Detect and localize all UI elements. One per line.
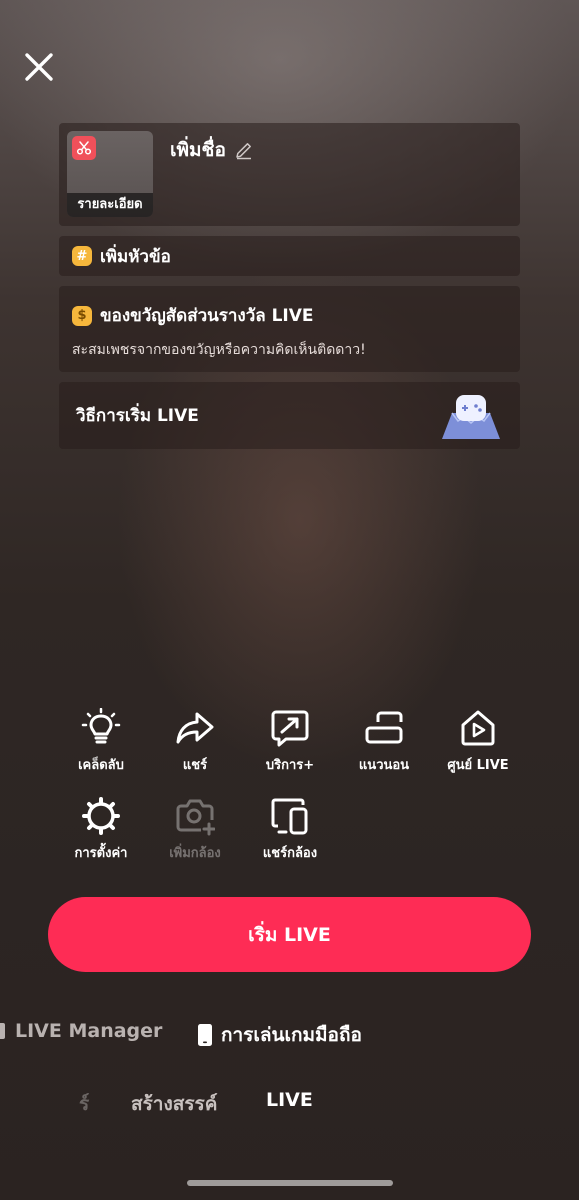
- topic-card[interactable]: # เพิ่มหัวข้อ: [59, 236, 520, 276]
- share-button[interactable]: แชร์: [147, 708, 243, 775]
- tab-previous[interactable]: ร์: [79, 1089, 89, 1119]
- topic-label: เพิ่มหัวข้อ: [100, 246, 171, 267]
- service-button[interactable]: บริการ+: [242, 708, 338, 775]
- start-live-label: เริ่ม LIVE: [248, 923, 331, 946]
- settings-label: การตั้งค่า: [74, 846, 128, 861]
- coin-icon: $: [72, 305, 92, 326]
- title-placeholder: เพิ่มชื่อ: [170, 139, 226, 161]
- live-manager-icon: [0, 1023, 5, 1039]
- mode-selector: LIVE Manager การเล่นเกมมือถือ: [0, 1020, 579, 1052]
- add-camera-button[interactable]: เพิ่มกล้อง: [147, 796, 243, 863]
- mode-live-manager[interactable]: LIVE Manager: [0, 1020, 162, 1042]
- live-center-button[interactable]: ศูนย์ LIVE: [430, 708, 526, 775]
- mode-mobile-gaming[interactable]: การเล่นเกมมือถือ: [197, 1020, 362, 1050]
- gift-card[interactable]: $ ของขวัญสัดส่วนรางวัล LIVE สะสมเพชรจากข…: [59, 286, 520, 372]
- live-center-label: ศูนย์ LIVE: [447, 758, 509, 773]
- service-label: บริการ+: [265, 758, 315, 773]
- live-center-icon: [461, 710, 495, 746]
- landscape-label: แนวนอน: [358, 758, 410, 773]
- settings-button[interactable]: การตั้งค่า: [53, 796, 149, 863]
- cover-thumbnail[interactable]: รายละเอียด: [67, 131, 153, 217]
- add-camera-icon: [176, 799, 215, 836]
- tab-create[interactable]: สร้างสรรค์: [131, 1089, 217, 1119]
- mode-live-manager-label: LIVE Manager: [15, 1020, 163, 1042]
- landscape-icon: [365, 711, 403, 744]
- share-label: แชร์: [182, 758, 208, 773]
- howto-label: วิธีการเริ่ม LIVE: [76, 406, 199, 426]
- gift-title: ของขวัญสัดส่วนรางวัล LIVE: [100, 306, 314, 326]
- start-live-button[interactable]: เริ่ม LIVE: [48, 897, 531, 972]
- tab-live[interactable]: LIVE: [266, 1089, 313, 1111]
- game-controller-icon: [442, 395, 500, 439]
- close-button[interactable]: [22, 50, 56, 84]
- pencil-icon: [236, 143, 251, 160]
- landscape-button[interactable]: แนวนอน: [336, 708, 432, 775]
- title-card: รายละเอียด เพิ่มชื่อ: [59, 123, 520, 226]
- share-camera-label: แชร์กล้อง: [262, 846, 318, 861]
- cover-detail-label: รายละเอียด: [67, 193, 153, 217]
- mobile-phone-icon: [198, 1024, 212, 1046]
- home-indicator[interactable]: [187, 1180, 393, 1186]
- close-icon: [25, 53, 53, 81]
- mode-mobile-gaming-label: การเล่นเกมมือถือ: [221, 1024, 362, 1046]
- gift-subtitle: สะสมเพชรจากของขวัญหรือความคิดเห็นติดดาว!: [72, 342, 366, 358]
- gear-icon: [82, 797, 120, 835]
- title-input[interactable]: เพิ่มชื่อ: [170, 135, 254, 165]
- share-camera-button[interactable]: แชร์กล้อง: [242, 796, 338, 863]
- share-camera-icon: [271, 798, 308, 835]
- hashtag-icon: #: [72, 246, 92, 266]
- share-icon: [176, 712, 214, 744]
- tips-button[interactable]: เคล็ดลับ: [53, 708, 149, 775]
- scissors-icon: [72, 136, 96, 160]
- howto-card[interactable]: วิธีการเริ่ม LIVE: [59, 382, 520, 449]
- tips-label: เคล็ดลับ: [78, 758, 124, 773]
- add-camera-label: เพิ่มกล้อง: [169, 846, 221, 861]
- bottom-tabs: ร์ สร้างสรรค์ LIVE: [0, 1089, 579, 1119]
- service-icon: [271, 710, 309, 747]
- lightbulb-icon: [81, 708, 121, 744]
